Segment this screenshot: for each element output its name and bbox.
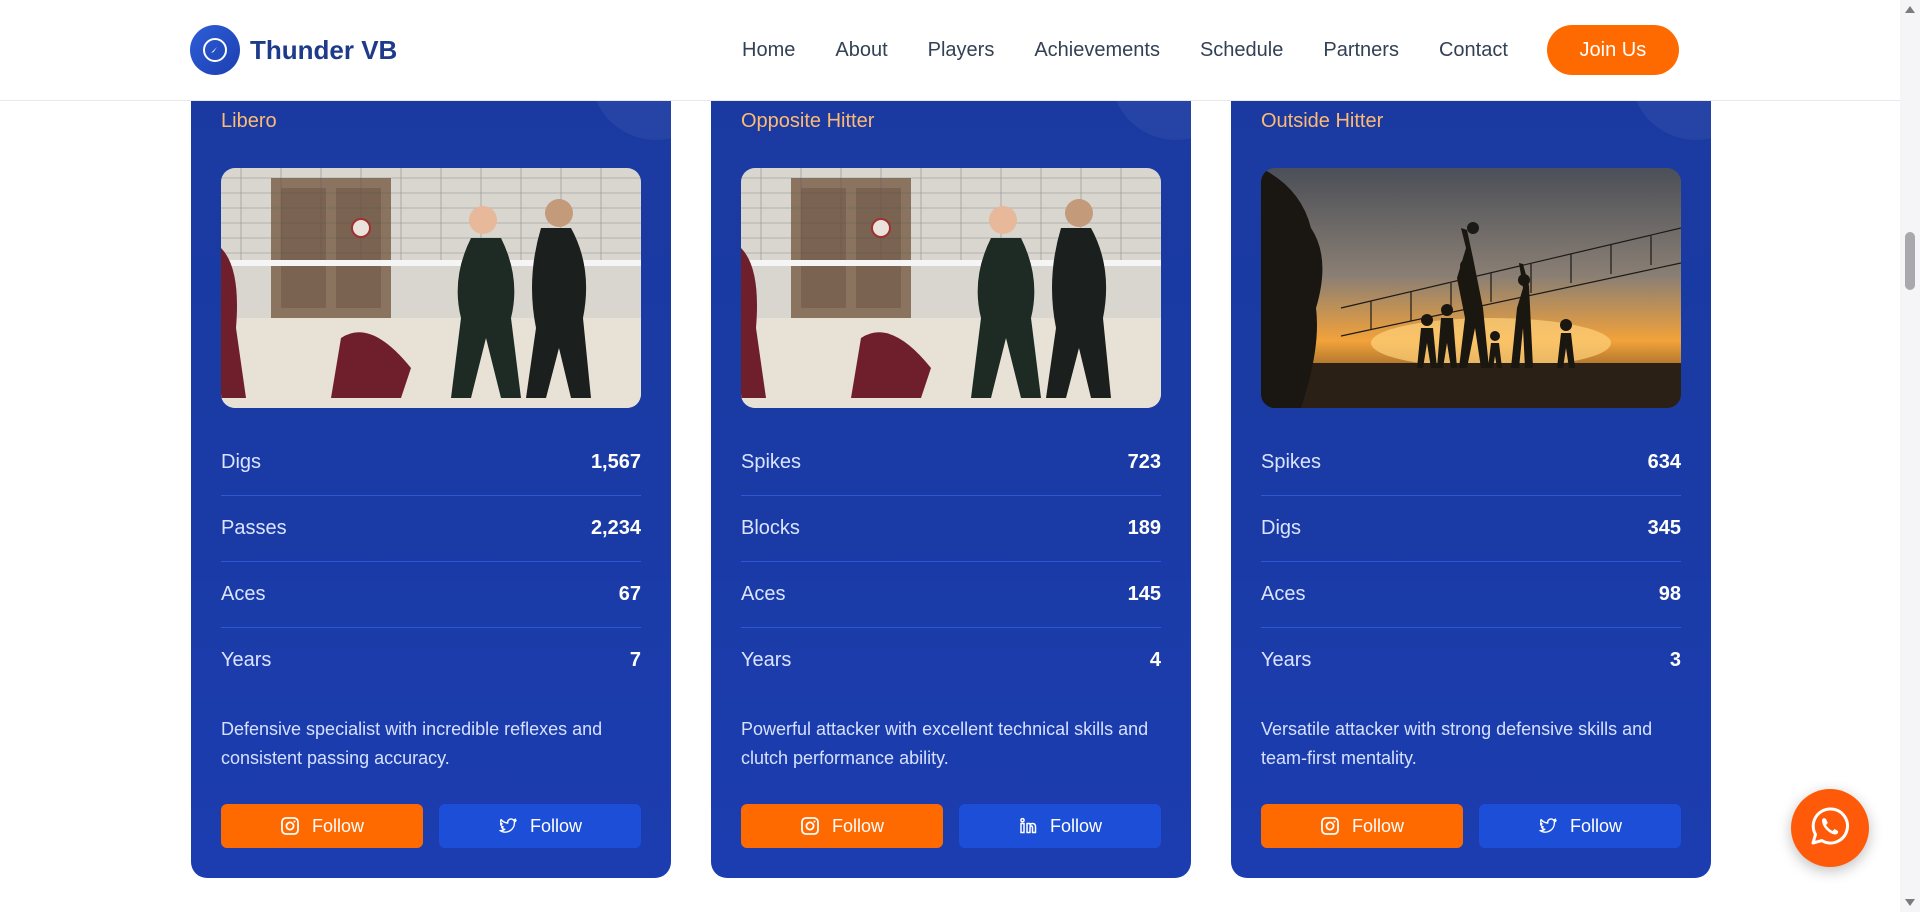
instagram-follow-button[interactable]: Follow <box>1261 804 1463 848</box>
whatsapp-button[interactable] <box>1791 789 1869 867</box>
instagram-icon <box>1320 816 1340 836</box>
stat-row: Aces 67 <box>221 562 641 628</box>
player-position: Opposite Hitter <box>741 110 875 132</box>
stat-value: 2,234 <box>590 517 641 539</box>
stat-row: Aces 145 <box>741 562 1161 628</box>
scroll-up-arrow-icon[interactable] <box>1905 6 1915 13</box>
stat-row: Digs 1,567 <box>221 430 641 496</box>
main-nav: Home About Players Achievements Schedule… <box>742 0 1679 100</box>
stat-row: Aces 98 <box>1261 562 1681 628</box>
nav-item-achievements[interactable]: Achievements <box>1034 39 1160 62</box>
player-photo <box>221 168 641 408</box>
stat-label: Years <box>221 649 272 671</box>
whatsapp-icon <box>1809 805 1851 852</box>
player-photo <box>741 168 1161 408</box>
follow-label: Follow <box>831 815 884 836</box>
stat-label: Digs <box>221 451 262 473</box>
stat-row: Years 4 <box>741 628 1161 693</box>
twitter-icon <box>1538 816 1558 836</box>
follow-label: Follow <box>311 815 364 836</box>
stat-value: 98 <box>1658 583 1681 605</box>
stat-value: 3 <box>1669 649 1681 671</box>
player-bio: Versatile attacker with strong defensive… <box>1261 719 1653 768</box>
linkedin-follow-button[interactable]: Follow <box>959 804 1161 848</box>
stat-row: Digs 345 <box>1261 496 1681 562</box>
stat-label: Years <box>741 649 792 671</box>
scrollbar[interactable] <box>1900 0 1920 912</box>
player-photo <box>1261 168 1681 408</box>
player-position: Libero <box>221 110 277 132</box>
stat-row: Spikes 634 <box>1261 430 1681 496</box>
stat-value: 67 <box>618 583 641 605</box>
stat-row: Blocks 189 <box>741 496 1161 562</box>
stat-value: 634 <box>1647 451 1681 473</box>
stat-label: Digs <box>1261 517 1302 539</box>
player-bio: Powerful attacker with excellent technic… <box>741 719 1149 768</box>
stat-row: Spikes 723 <box>741 430 1161 496</box>
stat-label: Years <box>1261 649 1312 671</box>
follow-label: Follow <box>1351 815 1404 836</box>
player-card: Outside Hitter Spikes 634 Digs 345 Aces … <box>1231 20 1711 878</box>
join-us-button[interactable]: Join Us <box>1546 25 1679 75</box>
scroll-down-arrow-icon[interactable] <box>1905 899 1915 906</box>
nav-item-contact[interactable]: Contact <box>1439 39 1508 62</box>
stat-row: Years 7 <box>221 628 641 693</box>
compass-icon <box>190 25 240 75</box>
twitter-follow-button[interactable]: Follow <box>1479 804 1681 848</box>
stat-value: 189 <box>1127 517 1161 539</box>
stat-label: Aces <box>741 583 786 605</box>
stat-label: Blocks <box>741 517 800 539</box>
stat-value: 723 <box>1127 451 1161 473</box>
stat-value: 1,567 <box>590 451 641 473</box>
follow-label: Follow <box>1569 815 1622 836</box>
stat-label: Aces <box>221 583 266 605</box>
nav-item-about[interactable]: About <box>835 39 887 62</box>
stat-label: Aces <box>1261 583 1306 605</box>
nav-item-players[interactable]: Players <box>928 39 995 62</box>
logo[interactable]: Thunder VB <box>190 25 397 75</box>
brand-name: Thunder VB <box>250 34 398 65</box>
player-position: Outside Hitter <box>1261 110 1384 132</box>
stat-value: 7 <box>629 649 641 671</box>
stat-label: Spikes <box>1261 451 1322 473</box>
instagram-icon <box>800 816 820 836</box>
instagram-follow-button[interactable]: Follow <box>741 804 943 848</box>
nav-item-schedule[interactable]: Schedule <box>1200 39 1283 62</box>
stat-row: Passes 2,234 <box>221 496 641 562</box>
stat-label: Spikes <box>741 451 802 473</box>
stat-value: 4 <box>1149 649 1161 671</box>
nav-item-partners[interactable]: Partners <box>1323 39 1399 62</box>
follow-label: Follow <box>1049 815 1102 836</box>
nav-item-home[interactable]: Home <box>742 39 795 62</box>
player-bio: Defensive specialist with incredible ref… <box>221 719 603 768</box>
instagram-icon <box>280 816 300 836</box>
stat-label: Passes <box>221 517 287 539</box>
player-card: Libero Digs 1,567 Passes 2,234 Aces 67 Y… <box>191 20 671 878</box>
stat-value: 345 <box>1647 517 1681 539</box>
twitter-follow-button[interactable]: Follow <box>439 804 641 848</box>
instagram-follow-button[interactable]: Follow <box>221 804 423 848</box>
stat-row: Years 3 <box>1261 628 1681 693</box>
follow-label: Follow <box>529 815 582 836</box>
scroll-thumb[interactable] <box>1905 232 1915 290</box>
stat-value: 145 <box>1127 583 1161 605</box>
linkedin-icon <box>1018 816 1038 836</box>
site-header: Thunder VB Home About Players Achievemen… <box>0 0 1900 101</box>
twitter-icon <box>498 816 518 836</box>
player-card: Opposite Hitter Spikes 723 Blocks 189 Ac… <box>711 20 1191 878</box>
